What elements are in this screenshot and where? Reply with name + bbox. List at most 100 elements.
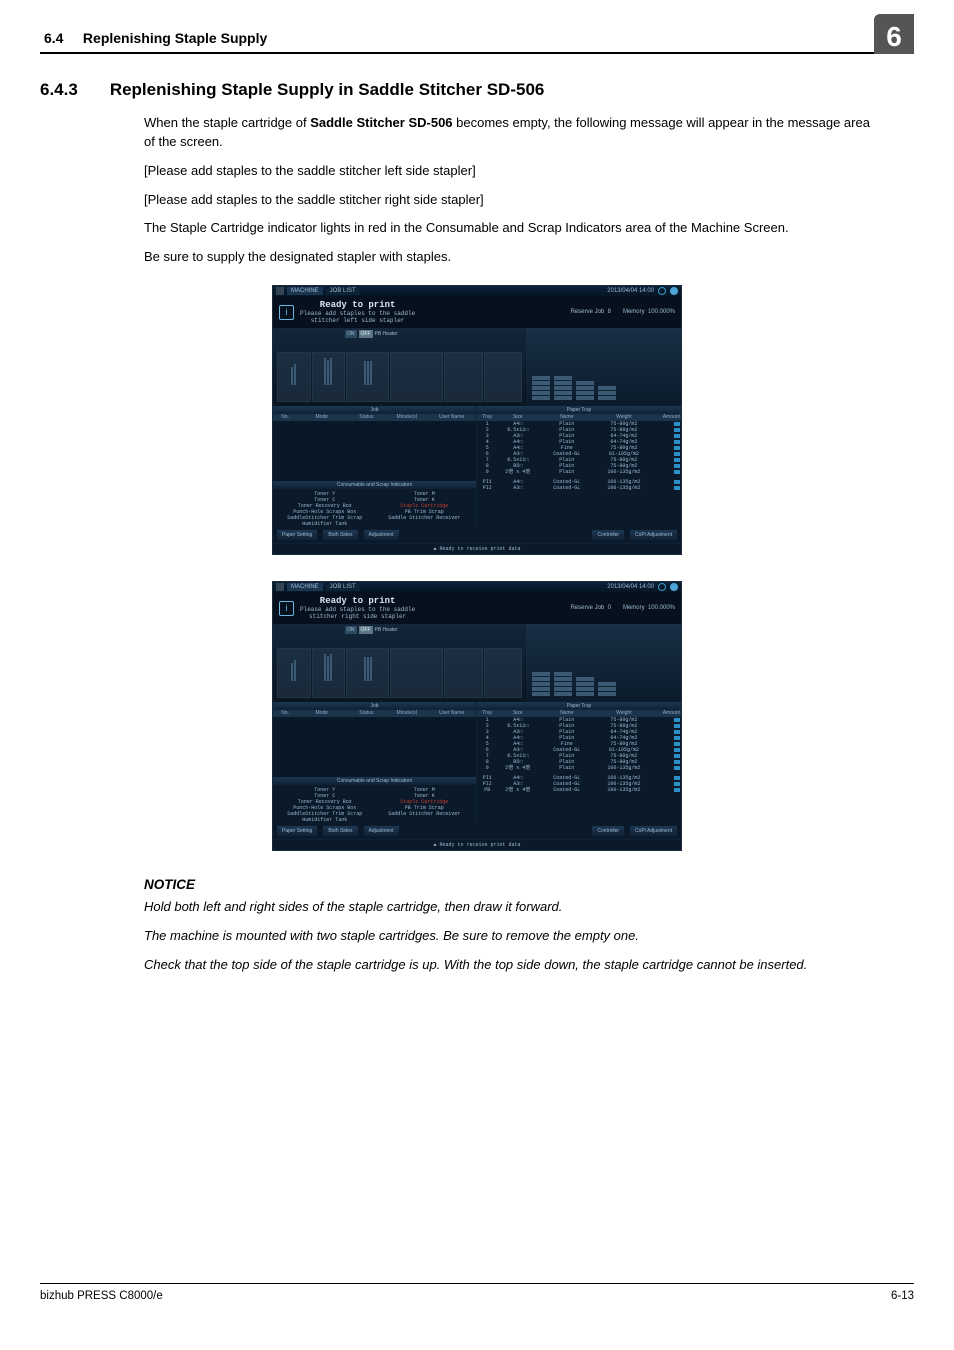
heater-off-button[interactable]: OFF (359, 626, 373, 634)
heater-label: PB Heater (375, 331, 398, 337)
job-header: No. Mode Status Minute(s) User Name (273, 710, 476, 717)
reserve-label: Reserve Job (571, 605, 605, 611)
paper-setting-button[interactable]: Paper Setting (277, 826, 317, 836)
machine-diagram (277, 352, 522, 402)
memory-label: Memory (623, 605, 645, 611)
ready-title: Ready to print (300, 596, 415, 606)
job-body (273, 717, 476, 777)
tab-machine[interactable]: MACHINE (287, 583, 323, 591)
notice-line-1: Hold both left and right sides of the st… (144, 898, 884, 917)
heater-off-button[interactable]: OFF (359, 330, 373, 338)
job-panel: Job No. Mode Status Minute(s) User Name … (273, 406, 477, 527)
paper-rows-pi-1: PI1A4□Coated-GL106-135g/m2PI2A3□Coated-G… (477, 479, 681, 491)
runhead-section-num: 6.4 (44, 30, 63, 46)
heater-label: PB Heater (375, 627, 398, 633)
paper-rows-pi-2: PI1A4□Coated-GL106-135g/m2PI2A3□Coated-G… (477, 775, 681, 793)
memory-value: 100.000% (648, 605, 675, 611)
paper-setting-button[interactable]: Paper Setting (277, 530, 317, 540)
help-icon[interactable] (670, 583, 678, 591)
message-right: [Please add staples to the saddle stitch… (144, 191, 884, 210)
both-sides-button[interactable]: Both Sides (323, 826, 357, 836)
bottom-buttons: Paper Setting Both Sides Adjustment Cont… (273, 823, 681, 839)
machine-screen-1: MACHINE JOB LIST 2013/04/04 14:00 i Read… (272, 285, 682, 555)
body: When the staple cartridge of Saddle Stit… (144, 114, 884, 267)
heater-on-button[interactable]: ON (345, 330, 357, 338)
tab-joblist[interactable]: JOB LIST (326, 583, 360, 591)
intro-text-1: When the staple cartridge of (144, 115, 310, 130)
paper-row: 92倍 x 4倍Plain106-135g/m2 (477, 469, 681, 475)
controller-button[interactable]: Controller (592, 826, 624, 836)
adjustment-button[interactable]: Adjustment (364, 826, 399, 836)
consumables-title: Consumable and Scrap Indicators (273, 777, 476, 785)
user-icon (276, 287, 284, 295)
clock: 2013/04/04 14:00 (607, 288, 654, 294)
ready-subtitle: Please add staples to the saddle stitche… (300, 606, 415, 620)
besure-paragraph: Be sure to supply the designated stapler… (144, 248, 884, 267)
section-heading: 6.4.3 Replenishing Staple Supply in Sadd… (40, 74, 914, 100)
pb-heater-group: ON OFF PB Heater (345, 626, 398, 634)
notice-block: NOTICE Hold both left and right sides of… (144, 877, 884, 975)
bottom-buttons: Paper Setting Both Sides Adjustment Cont… (273, 527, 681, 543)
adjustment-button[interactable]: Adjustment (364, 530, 399, 540)
controller-button[interactable]: Controller (592, 530, 624, 540)
paper-rows-1: 1A4□Plain75-80g/m228.5x11□Plain75-80g/m2… (477, 421, 681, 475)
running-header: 6.4 Replenishing Staple Supply 6 (40, 0, 914, 52)
tray-diagram (526, 328, 681, 406)
paper-rows-2: 1A4□Plain75-80g/m228.5x11□Plain75-80g/m2… (477, 717, 681, 771)
job-title: Job (273, 406, 476, 414)
copi-adjustment-button[interactable]: CoPi Adjustment (630, 826, 677, 836)
consumables-list: Toner YToner M Toner CToner K Toner Reco… (273, 785, 476, 823)
tab-joblist[interactable]: JOB LIST (326, 287, 360, 295)
indicator-paragraph: The Staple Cartridge indicator lights in… (144, 219, 884, 238)
section-title: Replenishing Staple Supply in Saddle Sti… (110, 80, 545, 100)
clock: 2013/04/04 14:00 (607, 584, 654, 590)
intro-text-bold: Saddle Stitcher SD-506 (310, 115, 452, 130)
consumables-title: Consumable and Scrap Indicators (273, 481, 476, 489)
heater-on-button[interactable]: ON (345, 626, 357, 634)
machine-screen-2: MACHINE JOB LIST 2013/04/04 14:00 i Read… (272, 581, 682, 851)
notice-line-3: Check that the top side of the staple ca… (144, 956, 884, 975)
intro-paragraph: When the staple cartridge of Saddle Stit… (144, 114, 884, 152)
page-footer: bizhub PRESS C8000/e 6-13 (40, 1283, 914, 1302)
info-icon[interactable] (658, 583, 666, 591)
paper-header: Tray Size Name Weight Amount (477, 414, 681, 421)
copi-adjustment-button[interactable]: CoPi Adjustment (630, 530, 677, 540)
both-sides-button[interactable]: Both Sides (323, 530, 357, 540)
job-body (273, 421, 476, 481)
info-badge-icon: i (279, 601, 294, 616)
paper-panel: Paper Tray Tray Size Name Weight Amount … (477, 702, 681, 823)
status-line: ▲ Ready to receive print data (273, 839, 681, 850)
reserve-count: 8 (608, 309, 611, 315)
tab-machine[interactable]: MACHINE (287, 287, 323, 295)
consumables-list: Toner YToner M Toner CToner K Toner Reco… (273, 489, 476, 527)
user-icon (276, 583, 284, 591)
paper-title: Paper Tray (477, 406, 681, 414)
notice-heading: NOTICE (144, 877, 884, 892)
paper-title: Paper Tray (477, 702, 681, 710)
info-icon[interactable] (658, 287, 666, 295)
runhead-section-title: Replenishing Staple Supply (83, 30, 267, 46)
info-badge-icon: i (279, 305, 294, 320)
memory-label: Memory (623, 309, 645, 315)
job-panel: Job No. Mode Status Minute(s) User Name … (273, 702, 477, 823)
tray-diagram (526, 624, 681, 702)
section-number: 6.4.3 (40, 80, 78, 100)
paper-panel: Paper Tray Tray Size Name Weight Amount … (477, 406, 681, 527)
job-header: No. Mode Status Minute(s) User Name (273, 414, 476, 421)
status-line: ▲ Ready to receive print data (273, 543, 681, 554)
help-icon[interactable] (670, 287, 678, 295)
chapter-badge: 6 (874, 14, 914, 54)
paper-header: Tray Size Name Weight Amount (477, 710, 681, 717)
product-name: bizhub PRESS C8000/e (40, 1290, 163, 1302)
ready-title: Ready to print (300, 300, 415, 310)
paper-row: PB2倍 x 4倍Coated-GL106-135g/m2 (477, 787, 681, 793)
notice-line-2: The machine is mounted with two staple c… (144, 927, 884, 946)
pb-heater-group: ON OFF PB Heater (345, 330, 398, 338)
job-title: Job (273, 702, 476, 710)
paper-row: PI2A3□Coated-GL106-135g/m2 (477, 485, 681, 491)
message-left: [Please add staples to the saddle stitch… (144, 162, 884, 181)
ready-subtitle: Please add staples to the saddle stitche… (300, 310, 415, 324)
figures: MACHINE JOB LIST 2013/04/04 14:00 i Read… (40, 285, 914, 851)
reserve-count: 0 (608, 605, 611, 611)
machine-diagram (277, 648, 522, 698)
